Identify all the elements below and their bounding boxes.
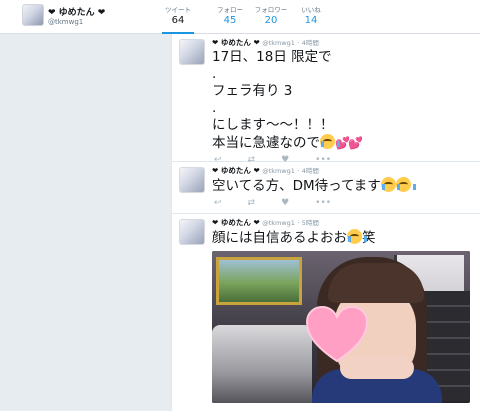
stat-tweets-label: ツイート <box>165 6 191 14</box>
heart-icon[interactable]: ♥ <box>281 198 289 208</box>
photo-machine <box>212 325 312 403</box>
heart-sticker-icon <box>305 305 369 363</box>
tweet-item[interactable]: ❤ ゆめたん ❤ @tkmwg1 · 4時間 17日、18日 限定で . フェラ… <box>172 34 480 164</box>
tweet-author-handle[interactable]: @tkmwg1 <box>262 219 295 227</box>
stat-following[interactable]: フォロー 45 <box>208 4 252 26</box>
tweet-line: にします〜〜！！！ <box>212 117 334 133</box>
tweet-timeline: ❤ ゆめたん ❤ @tkmwg1 · 4時間 17日、18日 限定で . フェラ… <box>171 34 480 411</box>
loudly-crying-face-emoji <box>320 134 340 149</box>
stat-tweets[interactable]: ツイート 64 <box>156 4 200 34</box>
tweet-line: 空いてる方、DM待ってます <box>212 177 472 195</box>
stat-following-label: フォロー <box>217 6 243 14</box>
tweet-timestamp[interactable]: 5時間 <box>302 219 319 227</box>
profile-handle[interactable]: @tkmwg1 <box>48 18 83 26</box>
tweet-header: ❤ ゆめたん ❤ @tkmwg1 · 4時間 <box>212 38 319 47</box>
tweet-author-name[interactable]: ❤ ゆめたん ❤ <box>212 166 260 175</box>
tweet-text: 17日、18日 限定で . フェラ有り 3 . にします〜〜！！！ 本当に急遽な… <box>212 49 472 152</box>
tweet-header: ❤ ゆめたん ❤ @tkmwg1 · 4時間 <box>212 166 319 175</box>
stat-tweets-value: 64 <box>171 15 185 26</box>
tweet-line: 顔には自信あるよおお笑 <box>212 229 472 247</box>
tweet-author-handle[interactable]: @tkmwg1 <box>262 39 295 47</box>
tweet-avatar[interactable] <box>179 39 205 65</box>
stat-followers[interactable]: フォロワー 20 <box>249 4 293 26</box>
stat-likes[interactable]: いいね 14 <box>289 4 333 26</box>
profile-name[interactable]: ❤ ゆめたん ❤ <box>48 5 105 18</box>
tweet-actions: ↩ ⇄ ♥ ••• <box>212 195 472 211</box>
reply-icon[interactable]: ↩ <box>214 198 222 208</box>
tweet-line: . <box>212 66 217 82</box>
stat-likes-label: いいね <box>301 6 321 14</box>
tweet-item[interactable]: ❤ ゆめたん ❤ @tkmwg1 · 5時間 顔には自信あるよおお笑 <box>172 214 480 411</box>
retweet-icon[interactable]: ⇄ <box>248 198 256 208</box>
tweet-avatar[interactable] <box>179 167 205 193</box>
loudly-crying-face-emoji <box>380 177 401 192</box>
tweet-line: フェラ有り 3 <box>212 83 293 99</box>
tweet-line-text: 顔には自信あるよおお <box>212 230 347 246</box>
tweet-text: 空いてる方、DM待ってます <box>212 177 472 195</box>
more-icon[interactable]: ••• <box>315 198 331 208</box>
profile-avatar[interactable] <box>22 4 44 26</box>
tweet-line: . <box>212 100 217 116</box>
tweet-photo[interactable] <box>212 251 470 403</box>
tweet-author-name[interactable]: ❤ ゆめたん ❤ <box>212 218 260 227</box>
photo-wall-painting <box>216 257 302 305</box>
profile-nav-bar: ❤ ゆめたん ❤ @tkmwg1 ツイート 64 フォロー 45 フォロワー 2… <box>0 0 480 34</box>
tweet-line-text: 本当に急遽なので <box>212 135 320 151</box>
tweet-line-text: 空いてる方、DM待ってます <box>212 178 381 194</box>
stat-followers-label: フォロワー <box>254 6 288 14</box>
stat-followers-value: 20 <box>264 15 278 26</box>
tweet-author-handle[interactable]: @tkmwg1 <box>262 167 295 175</box>
tweet-timestamp[interactable]: 4時間 <box>302 167 319 175</box>
tweet-avatar[interactable] <box>179 219 205 245</box>
tweet-author-name[interactable]: ❤ ゆめたん ❤ <box>212 38 260 47</box>
tweet-item[interactable]: ❤ ゆめたん ❤ @tkmwg1 · 4時間 空いてる方、DM待ってます ↩ ⇄… <box>172 162 480 214</box>
loudly-crying-face-emoji <box>395 177 416 192</box>
tweet-line: 17日、18日 限定で <box>212 49 332 65</box>
tweet-text: 顔には自信あるよおお笑 <box>212 229 472 247</box>
tweet-line: 本当に急遽なので 💕💕 <box>212 134 472 152</box>
stat-likes-value: 14 <box>304 15 318 26</box>
photo-bangs <box>328 263 424 303</box>
tweet-header: ❤ ゆめたん ❤ @tkmwg1 · 5時間 <box>212 218 319 227</box>
loudly-crying-face-emoji <box>347 229 367 244</box>
stat-following-value: 45 <box>223 15 237 26</box>
tweet-timestamp[interactable]: 4時間 <box>302 39 319 47</box>
